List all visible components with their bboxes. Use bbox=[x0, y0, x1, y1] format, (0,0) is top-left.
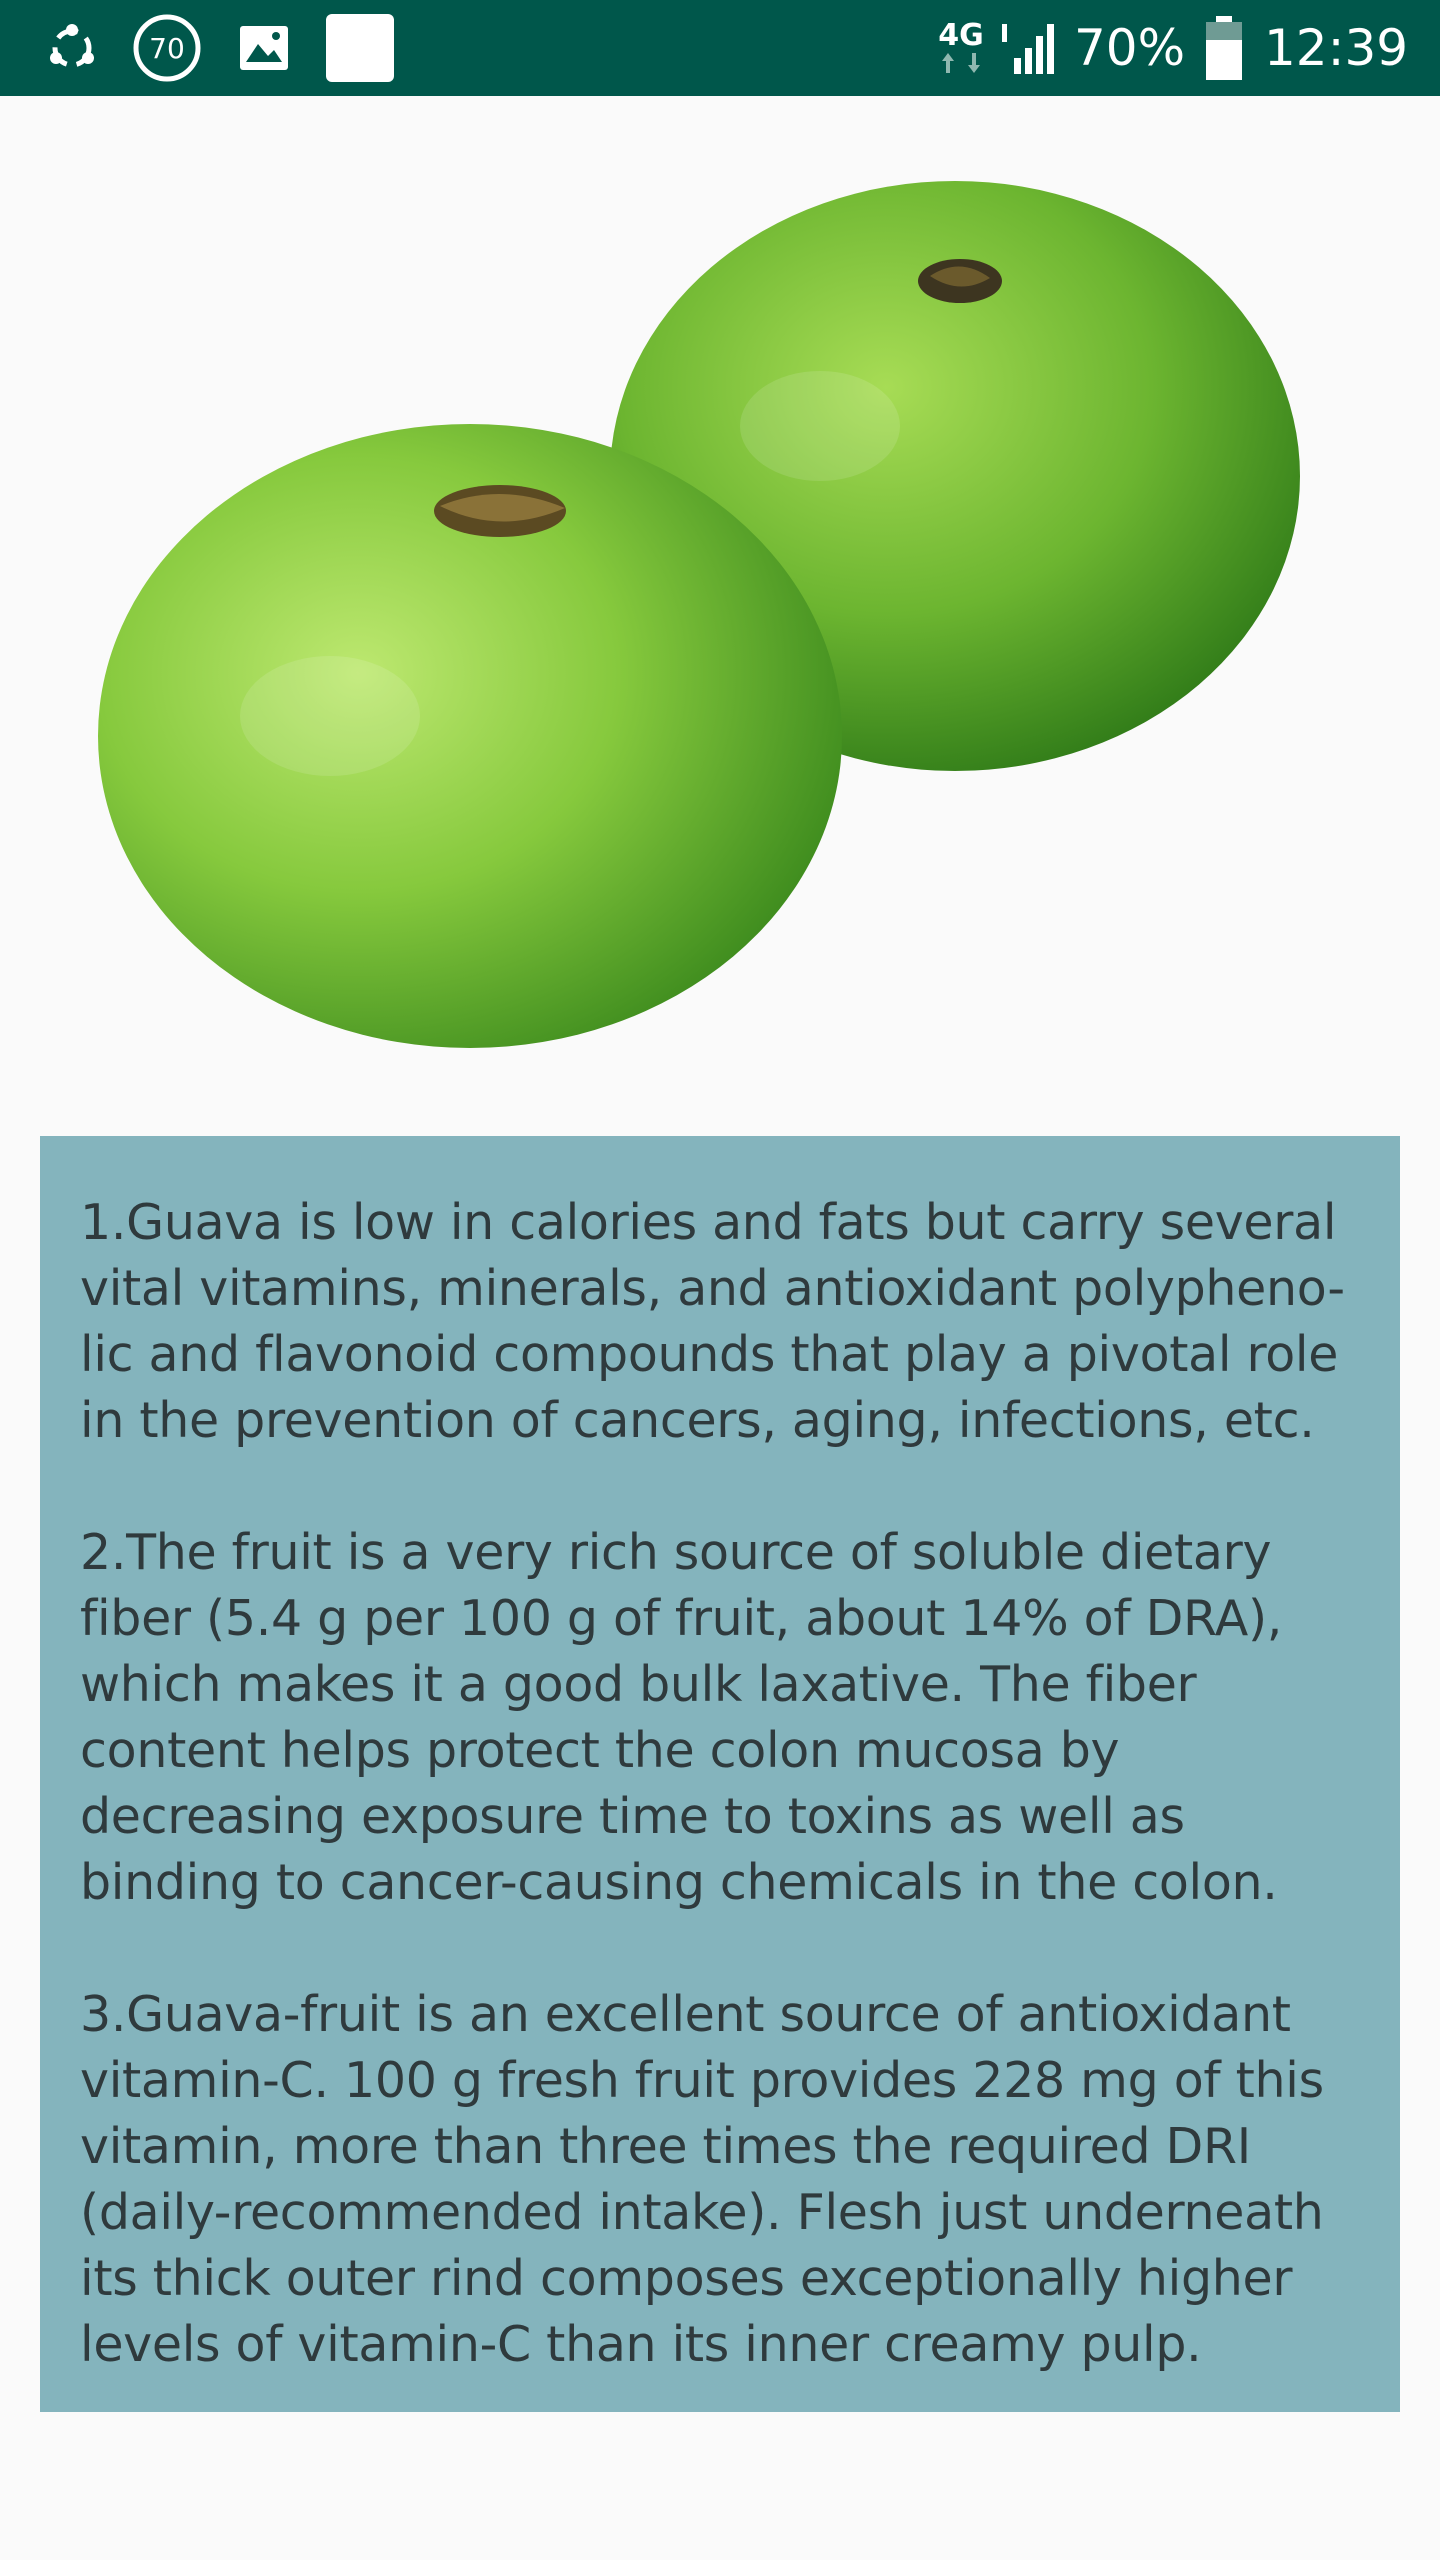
nutrition-facts-card: 1.Guava is low in calories and fats but … bbox=[40, 1136, 1400, 2412]
badge-counter-icon: 70 bbox=[132, 0, 202, 96]
clock: 12:39 bbox=[1264, 19, 1409, 77]
badge-count: 70 bbox=[149, 32, 185, 65]
fact-paragraph-1: 1.Guava is low in calories and fats but … bbox=[80, 1194, 1345, 1449]
fact-paragraph-2: 2.The fruit is a very rich source of sol… bbox=[80, 1524, 1283, 1911]
network-4g-icon: 4G bbox=[934, 0, 988, 96]
status-bar: 70 4G 70% 12:39 bbox=[0, 0, 1440, 96]
blank-app-icon bbox=[326, 0, 394, 96]
fact-paragraph-3: 3.Guava-fruit is an excellent source of … bbox=[80, 1986, 1324, 2373]
share-sync-icon bbox=[44, 0, 100, 96]
battery-icon bbox=[1204, 0, 1244, 96]
guava-fruit-image bbox=[0, 96, 1440, 1136]
signal-icon bbox=[1000, 0, 1056, 96]
battery-percent: 70% bbox=[1074, 19, 1186, 77]
gallery-icon bbox=[236, 0, 292, 96]
network-type: 4G bbox=[938, 18, 984, 53]
